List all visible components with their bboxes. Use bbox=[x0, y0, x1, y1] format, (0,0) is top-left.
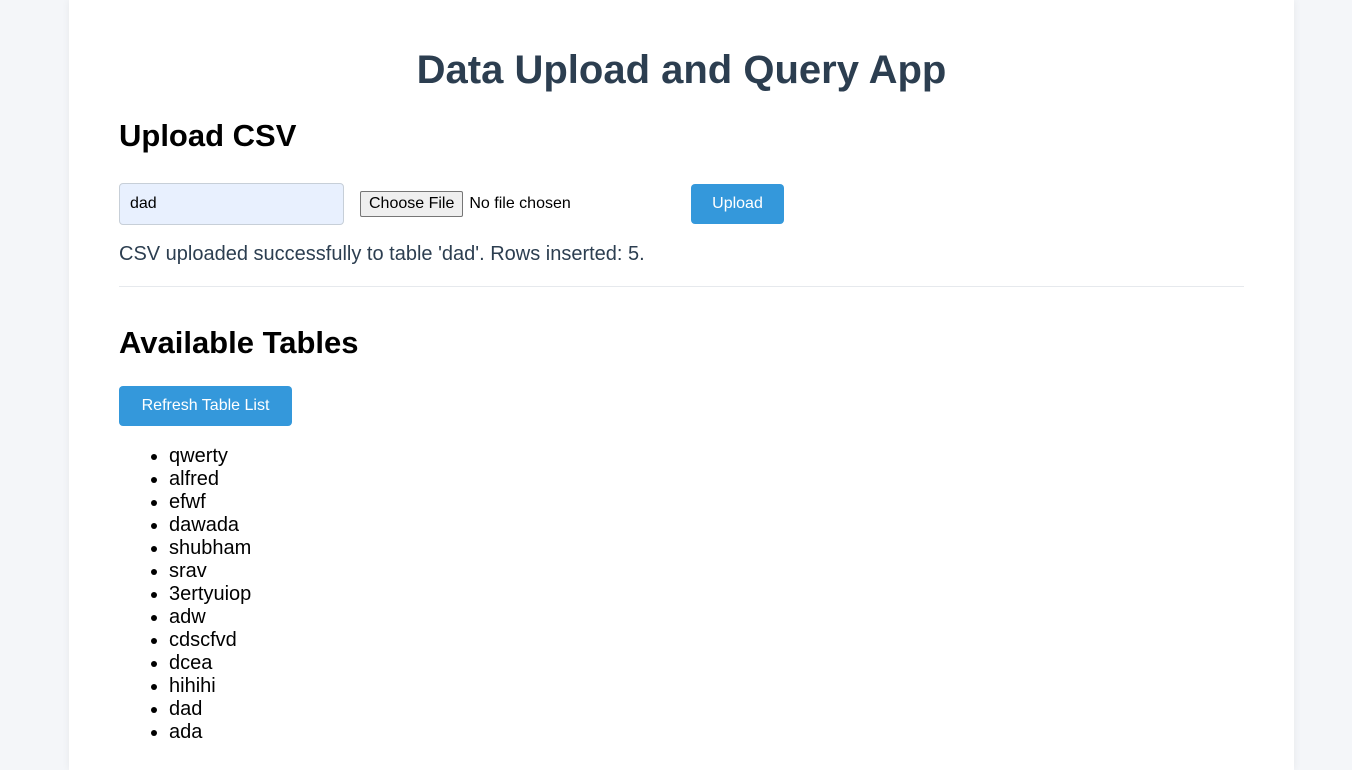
file-picker: Choose File No file chosen bbox=[360, 191, 571, 217]
table-list-item: shubham bbox=[169, 537, 251, 560]
section-divider bbox=[119, 286, 1244, 287]
choose-file-button[interactable]: Choose File bbox=[360, 191, 464, 217]
table-list-item: dawada bbox=[169, 514, 251, 537]
page-title: Data Upload and Query App bbox=[416, 48, 947, 92]
tables-section-heading: Available Tables bbox=[119, 325, 359, 360]
upload-section-heading: Upload CSV bbox=[119, 118, 297, 153]
refresh-table-list-button[interactable]: Refresh Table List bbox=[119, 386, 292, 426]
table-list-item: hihihi bbox=[169, 675, 251, 698]
table-list-item: adw bbox=[169, 606, 251, 629]
table-list: qwerty alfred efwf dawada shubham srav 3… bbox=[119, 445, 251, 744]
table-list-item: dcea bbox=[169, 652, 251, 675]
table-list-item: 3ertyuiop bbox=[169, 583, 251, 606]
table-name-input[interactable] bbox=[119, 183, 344, 225]
app-container: Data Upload and Query App Upload CSV Cho… bbox=[69, 0, 1294, 770]
table-list-item: dad bbox=[169, 698, 251, 721]
table-list-item: ada bbox=[169, 721, 251, 744]
upload-button[interactable]: Upload bbox=[691, 184, 784, 224]
table-list-item: qwerty bbox=[169, 445, 251, 468]
table-list-item: efwf bbox=[169, 491, 251, 514]
table-list-item: srav bbox=[169, 560, 251, 583]
table-list-item: cdscfvd bbox=[169, 629, 251, 652]
file-status-label: No file chosen bbox=[469, 195, 571, 212]
upload-status-message: CSV uploaded successfully to table 'dad'… bbox=[119, 243, 645, 265]
table-list-item: alfred bbox=[169, 468, 251, 491]
